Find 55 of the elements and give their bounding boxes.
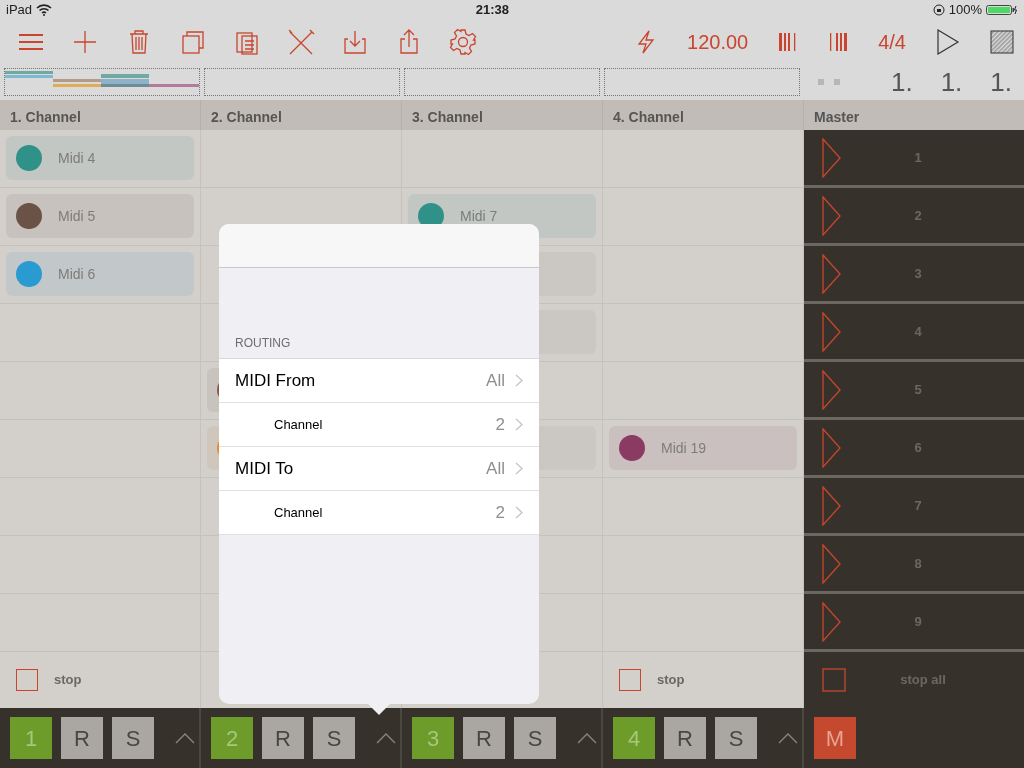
channel-header: 3. Channel [402,100,603,130]
caret-icon[interactable] [778,732,798,744]
overview-box[interactable] [4,68,200,96]
channel-header: 2. Channel [201,100,402,130]
record-button[interactable]: R [664,717,706,759]
record-button[interactable]: R [61,717,103,759]
chevron-icon [515,374,523,387]
battery-icon [986,4,1018,16]
caret-icon[interactable] [376,732,396,744]
status-time: 21:38 [474,1,510,20]
stop-icon[interactable] [990,30,1014,54]
battery-percentage: 100% [948,1,982,20]
play-icon[interactable] [936,29,960,55]
clip[interactable]: Midi 19 [609,426,797,470]
caret-icon[interactable] [175,732,195,744]
solo-button[interactable]: S [715,717,757,759]
bars-icon[interactable] [828,31,849,53]
position-counter: 1. [890,65,913,99]
device-name: iPad [6,1,33,20]
stop-button[interactable]: stop [16,669,82,691]
channel-header: 4. Channel [603,100,804,130]
clip[interactable]: Midi 5 [6,194,194,238]
chevron-icon [515,506,523,519]
channel-header: 1. Channel [0,100,201,130]
record-button[interactable]: R [463,717,505,759]
record-button[interactable]: R [262,717,304,759]
tempo-button[interactable]: 120.00 [687,27,749,57]
list-row[interactable]: MIDI To All [219,447,539,491]
clip[interactable]: Midi 6 [6,252,194,296]
solo-button[interactable]: S [313,717,355,759]
overview-box[interactable] [204,68,400,96]
mute-button[interactable]: M [814,717,856,759]
stop-icon[interactable] [822,668,846,692]
caret-icon[interactable] [577,732,597,744]
lightning-icon[interactable] [635,29,657,55]
master-header: Master [804,100,1024,130]
list-row[interactable]: MIDI From All [219,359,539,403]
chevron-icon [515,418,523,431]
solo-button[interactable]: S [514,717,556,759]
wifi-icon [36,4,53,16]
clip[interactable]: Midi 4 [6,136,194,180]
position-counter: 1. [940,65,963,99]
stop-button[interactable]: stop [619,669,685,691]
settings-icon[interactable] [448,27,478,57]
list-row[interactable]: Channel 2 [219,403,539,447]
position-counter: 1. [990,65,1012,99]
indicator-icon [816,78,840,86]
solo-button[interactable]: S [112,717,154,759]
rotation-lock-icon [932,4,945,16]
overview-box[interactable] [604,68,800,96]
time-signature-button[interactable]: 4/4 [878,27,906,57]
chevron-icon [515,462,523,475]
overview-box[interactable] [404,68,600,96]
list-row[interactable]: Channel 2 [219,491,539,535]
section-header: ROUTING [235,335,291,352]
